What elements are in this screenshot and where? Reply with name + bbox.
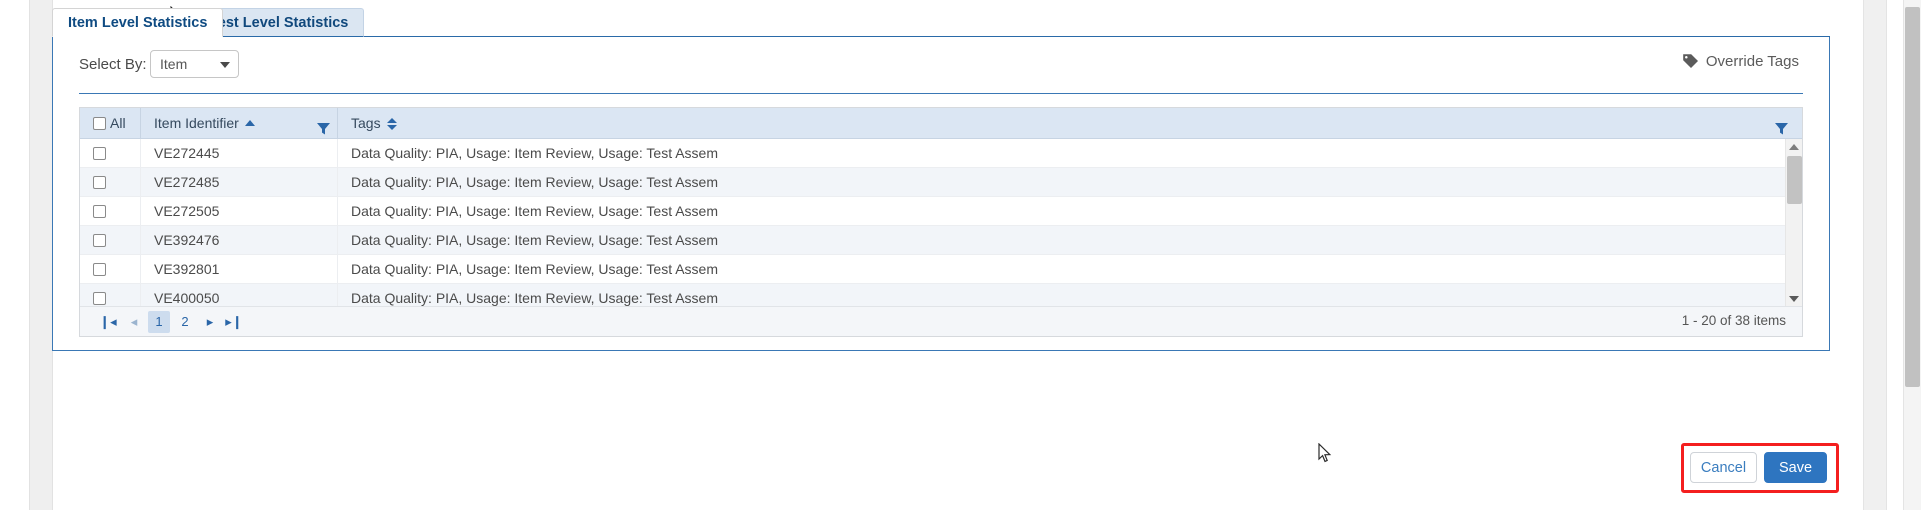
row-item-identifier: VE392476 xyxy=(140,226,337,254)
table-row[interactable]: VE272505 Data Quality: PIA, Usage: Item R… xyxy=(80,197,1786,226)
row-select-cell xyxy=(80,139,140,167)
save-button[interactable]: Save xyxy=(1764,452,1827,483)
select-by-dropdown[interactable]: Item xyxy=(150,50,239,78)
cancel-button[interactable]: Cancel xyxy=(1690,452,1757,483)
pager-item-range-info: 1 - 20 of 38 items xyxy=(1681,313,1786,328)
application-root: Item Level Statistics Test Level Statist… xyxy=(0,0,1921,510)
override-tags-button[interactable]: Override Tags xyxy=(1682,53,1799,70)
row-tags: Data Quality: PIA, Usage: Item Review, U… xyxy=(337,139,1786,167)
table-row[interactable]: VE272445 Data Quality: PIA, Usage: Item R… xyxy=(80,139,1786,168)
page-scrollbar-thumb[interactable] xyxy=(1905,7,1920,387)
table-row[interactable]: VE392801 Data Quality: PIA, Usage: Item R… xyxy=(80,255,1786,284)
toolbar-divider xyxy=(79,93,1803,94)
grid-header-tags-label: Tags xyxy=(351,115,381,131)
row-item-identifier: VE272505 xyxy=(140,197,337,225)
row-item-identifier: VE392801 xyxy=(140,255,337,283)
grid-body: VE272445 Data Quality: PIA, Usage: Item R… xyxy=(80,139,1786,307)
pager-first-page-button[interactable]: ❙◂ xyxy=(98,311,118,333)
row-select-checkbox[interactable] xyxy=(93,292,106,305)
tag-icon xyxy=(1682,53,1699,70)
grid-header-item-identifier-label: Item Identifier xyxy=(154,115,239,131)
select-all-label: All xyxy=(110,115,126,131)
row-select-checkbox[interactable] xyxy=(93,147,106,160)
right-page-gutter xyxy=(1863,0,1887,510)
row-item-identifier: VE400050 xyxy=(140,284,337,307)
row-tags: Data Quality: PIA, Usage: Item Review, U… xyxy=(337,226,1786,254)
grid-header-tags[interactable]: Tags xyxy=(337,108,1802,138)
scroll-down-arrow-icon[interactable] xyxy=(1789,296,1799,302)
pager-last-page-button[interactable]: ▸❙ xyxy=(224,311,244,333)
chevron-down-icon xyxy=(220,62,230,68)
select-by-label: Select By: xyxy=(79,56,147,73)
page-vertical-scrollbar[interactable] xyxy=(1903,0,1921,510)
sort-ascending-icon xyxy=(244,120,255,126)
row-select-cell xyxy=(80,255,140,283)
grid-header-row: All Item Identifier Tags xyxy=(80,108,1802,139)
left-page-gutter xyxy=(29,0,53,510)
mouse-cursor-icon xyxy=(1318,442,1332,463)
select-by-selected-value: Item xyxy=(160,56,188,72)
pager-page-2-button[interactable]: 2 xyxy=(174,311,196,333)
table-row[interactable]: VE272485 Data Quality: PIA, Usage: Item R… xyxy=(80,168,1786,197)
row-tags: Data Quality: PIA, Usage: Item Review, U… xyxy=(337,255,1786,283)
row-tags: Data Quality: PIA, Usage: Item Review, U… xyxy=(337,168,1786,196)
row-select-checkbox[interactable] xyxy=(93,205,106,218)
row-select-checkbox[interactable] xyxy=(93,234,106,247)
row-select-checkbox[interactable] xyxy=(93,263,106,276)
grid-header-select-all: All xyxy=(80,108,140,138)
footer-action-bar: Cancel Save xyxy=(1690,452,1830,485)
row-select-cell xyxy=(80,284,140,307)
sort-updown-icon xyxy=(386,117,397,130)
panel-toolbar: Select By: Item Override Tags xyxy=(53,37,1829,95)
tabstrip: Item Level Statistics Test Level Statist… xyxy=(52,8,1830,38)
items-grid: All Item Identifier Tags VE272445 Data Q… xyxy=(79,107,1803,337)
row-select-cell xyxy=(80,197,140,225)
grid-pager: ❙◂ ◂ 1 2 ▸ ▸❙ 1 - 20 of 38 items xyxy=(80,306,1802,336)
select-all-checkbox[interactable] xyxy=(93,117,106,130)
pager-page-1-button[interactable]: 1 xyxy=(148,311,170,333)
row-item-identifier: VE272485 xyxy=(140,168,337,196)
scroll-up-arrow-icon[interactable] xyxy=(1789,144,1799,150)
table-row[interactable]: VE392476 Data Quality: PIA, Usage: Item R… xyxy=(80,226,1786,255)
table-row[interactable]: VE400050 Data Quality: PIA, Usage: Item R… xyxy=(80,284,1786,307)
row-tags: Data Quality: PIA, Usage: Item Review, U… xyxy=(337,284,1786,307)
row-tags: Data Quality: PIA, Usage: Item Review, U… xyxy=(337,197,1786,225)
pager-next-page-button[interactable]: ▸ xyxy=(200,311,220,333)
tab-item-level-statistics[interactable]: Item Level Statistics xyxy=(52,8,224,37)
pager-previous-page-button[interactable]: ◂ xyxy=(124,311,144,333)
grid-header-item-identifier[interactable]: Item Identifier xyxy=(140,108,337,138)
row-select-cell xyxy=(80,168,140,196)
row-select-checkbox[interactable] xyxy=(93,176,106,189)
row-select-cell xyxy=(80,226,140,254)
grid-scrollbar-thumb[interactable] xyxy=(1787,156,1802,204)
grid-vertical-scrollbar[interactable] xyxy=(1785,139,1802,307)
item-statistics-panel: Select By: Item Override Tags All Item I… xyxy=(52,37,1830,351)
override-tags-label: Override Tags xyxy=(1705,53,1799,70)
row-item-identifier: VE272445 xyxy=(140,139,337,167)
